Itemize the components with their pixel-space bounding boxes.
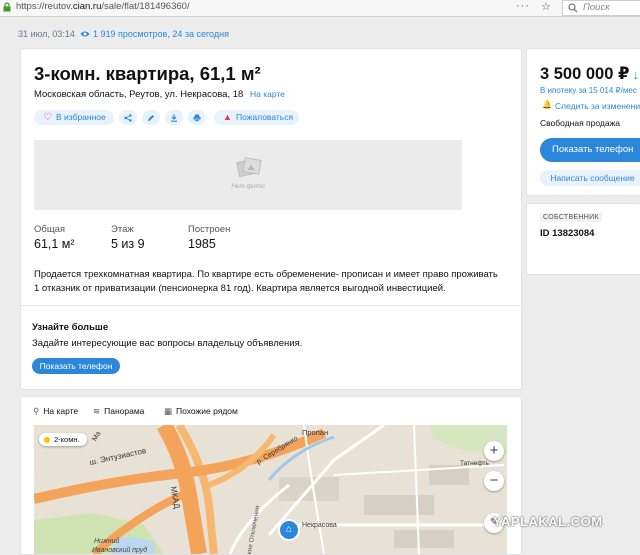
pin-icon: ⚲ bbox=[33, 406, 40, 416]
mortgage-link[interactable]: В ипотеку за 15 014 ₽/мес bbox=[540, 86, 637, 95]
print-button[interactable] bbox=[188, 110, 206, 125]
panorama-icon: ≋ bbox=[93, 406, 101, 416]
watermark-logo: YAPLAKAL.COM bbox=[493, 514, 603, 529]
learn-more-subtext: Задайте интересующие вас вопросы владель… bbox=[32, 338, 303, 349]
map-rooms-badge[interactable]: 2-комн. bbox=[39, 433, 87, 446]
url-domain: cian.ru bbox=[72, 1, 102, 12]
share-icon bbox=[124, 113, 132, 122]
eye-icon bbox=[80, 31, 90, 37]
divider bbox=[21, 305, 521, 306]
browser-search-input[interactable]: Поиск bbox=[562, 0, 640, 16]
listing-title: 3-комн. квартира, 61,1 м² bbox=[34, 63, 261, 84]
follow-changes-link[interactable]: 🔔 Следить за изменени bbox=[540, 100, 640, 111]
favorite-button[interactable]: ♡ В избранное bbox=[34, 110, 114, 125]
fact-area-label: Общая bbox=[34, 224, 66, 235]
warning-icon: ▲ bbox=[223, 112, 232, 122]
map-canvas bbox=[34, 425, 507, 554]
map-label-propan: Пропан bbox=[302, 428, 329, 437]
write-message-button[interactable]: Написать сообщение bbox=[540, 170, 640, 186]
price-drop-arrow-icon[interactable]: ↓ bbox=[632, 67, 639, 82]
fact-floor-value: 5 из 9 bbox=[111, 237, 145, 251]
photo-placeholder: Нет фото bbox=[34, 140, 462, 210]
map-view[interactable]: ш. Энтузиастов МКАД Пропан р. Серебрянко… bbox=[34, 425, 507, 554]
show-phone-button[interactable]: Показать телефон bbox=[32, 358, 120, 374]
tab-panorama-label: Панорама bbox=[104, 406, 145, 416]
rooms-badge-label: 2-комн. bbox=[54, 435, 80, 444]
fact-built-value: 1985 bbox=[188, 237, 216, 251]
map-label-nizhny: Нижний bbox=[94, 538, 120, 545]
listing-meta: 31 июл, 03:14 1 919 просмотров, 24 за се… bbox=[18, 29, 229, 39]
map-marker-icon[interactable]: ⌂ bbox=[278, 519, 300, 541]
url-path: /sale/flat/181496360/ bbox=[101, 1, 190, 12]
listing-card: 3-комн. квартира, 61,1 м² Московская обл… bbox=[20, 48, 522, 390]
learn-more-heading: Узнайте больше bbox=[32, 322, 109, 333]
follow-label: Следить за изменени bbox=[555, 101, 640, 111]
listing-description: Продается трехкомнатная квартира. По ква… bbox=[34, 269, 498, 294]
url-prefix: https://reutov. bbox=[16, 1, 73, 12]
pencil-icon bbox=[148, 114, 154, 121]
zoom-in-button[interactable]: + bbox=[484, 441, 504, 461]
download-button[interactable] bbox=[165, 110, 183, 125]
report-label: Пожаловаться bbox=[236, 112, 294, 122]
owner-badge: СОБСТВЕННИК bbox=[540, 213, 602, 222]
no-photo-icon bbox=[236, 157, 262, 178]
browser-toolbar: https://reutov.cian.ru/sale/flat/1814963… bbox=[0, 0, 640, 17]
download-icon bbox=[171, 114, 177, 122]
heart-icon: ♡ bbox=[43, 112, 52, 123]
address-text: Московская область, Реутов, ул. Некрасов… bbox=[34, 89, 244, 100]
price-value: 3 500 000 ₽ bbox=[540, 65, 630, 83]
report-button[interactable]: ▲ Пожаловаться bbox=[214, 110, 299, 125]
sale-type: Свободная продажа bbox=[540, 118, 621, 128]
search-icon bbox=[568, 3, 578, 13]
views-count[interactable]: 1 919 просмотров, 24 за сегодня bbox=[93, 29, 229, 39]
favorite-label: В избранное bbox=[56, 112, 106, 122]
owner-card: СОБСТВЕННИК ID 13823084 bbox=[526, 203, 640, 275]
publish-date: 31 июл, 03:14 bbox=[18, 29, 75, 39]
tab-panorama[interactable]: ≋ Панорама bbox=[93, 406, 144, 417]
grid-icon: ▦ bbox=[164, 406, 173, 416]
tab-similar-label: Похожие рядом bbox=[176, 406, 238, 416]
map-label-nekrasova: Некрасова bbox=[302, 522, 337, 529]
action-buttons: ♡ В избранное ▲ Пожаловаться bbox=[21, 110, 521, 126]
listing-address: Московская область, Реутов, ул. Некрасов… bbox=[34, 89, 285, 100]
map-card: ⚲ На карте ≋ Панорама ▦ Похожие рядом ш.… bbox=[20, 396, 522, 555]
price-card: 3 500 000 ₽ ↓ В ипотеку за 15 014 ₽/мес 🔔… bbox=[526, 48, 640, 196]
page-actions-menu-icon[interactable]: ··· bbox=[516, 0, 530, 12]
price: 3 500 000 ₽ ↓ bbox=[540, 64, 639, 84]
no-photo-label: Нет фото bbox=[231, 183, 265, 190]
printer-icon bbox=[193, 114, 201, 122]
marker-dot-icon bbox=[44, 437, 50, 443]
address-map-link[interactable]: На карте bbox=[250, 89, 285, 99]
lock-icon bbox=[3, 2, 11, 12]
fact-area-value: 61,1 м² bbox=[34, 237, 75, 251]
fact-floor-label: Этаж bbox=[111, 224, 134, 235]
bell-icon: 🔔 bbox=[542, 100, 552, 109]
owner-id: ID 13823084 bbox=[540, 228, 595, 239]
zoom-out-button[interactable]: − bbox=[484, 471, 504, 491]
edit-note-button[interactable] bbox=[142, 110, 160, 125]
address-bar[interactable]: https://reutov.cian.ru/sale/flat/1814963… bbox=[16, 1, 190, 12]
tab-similar-nearby[interactable]: ▦ Похожие рядом bbox=[164, 406, 238, 417]
fact-built-label: Построен bbox=[188, 224, 231, 235]
sidebar-show-phone-button[interactable]: Показать телефон bbox=[540, 138, 640, 162]
bookmark-star-icon[interactable]: ☆ bbox=[541, 0, 551, 13]
map-label-tatneft: Татнефть bbox=[460, 460, 489, 467]
tab-on-map-label: На карте bbox=[43, 406, 79, 416]
search-placeholder: Поиск bbox=[583, 2, 610, 13]
tab-on-map[interactable]: ⚲ На карте bbox=[33, 406, 78, 417]
share-button[interactable] bbox=[119, 110, 137, 125]
